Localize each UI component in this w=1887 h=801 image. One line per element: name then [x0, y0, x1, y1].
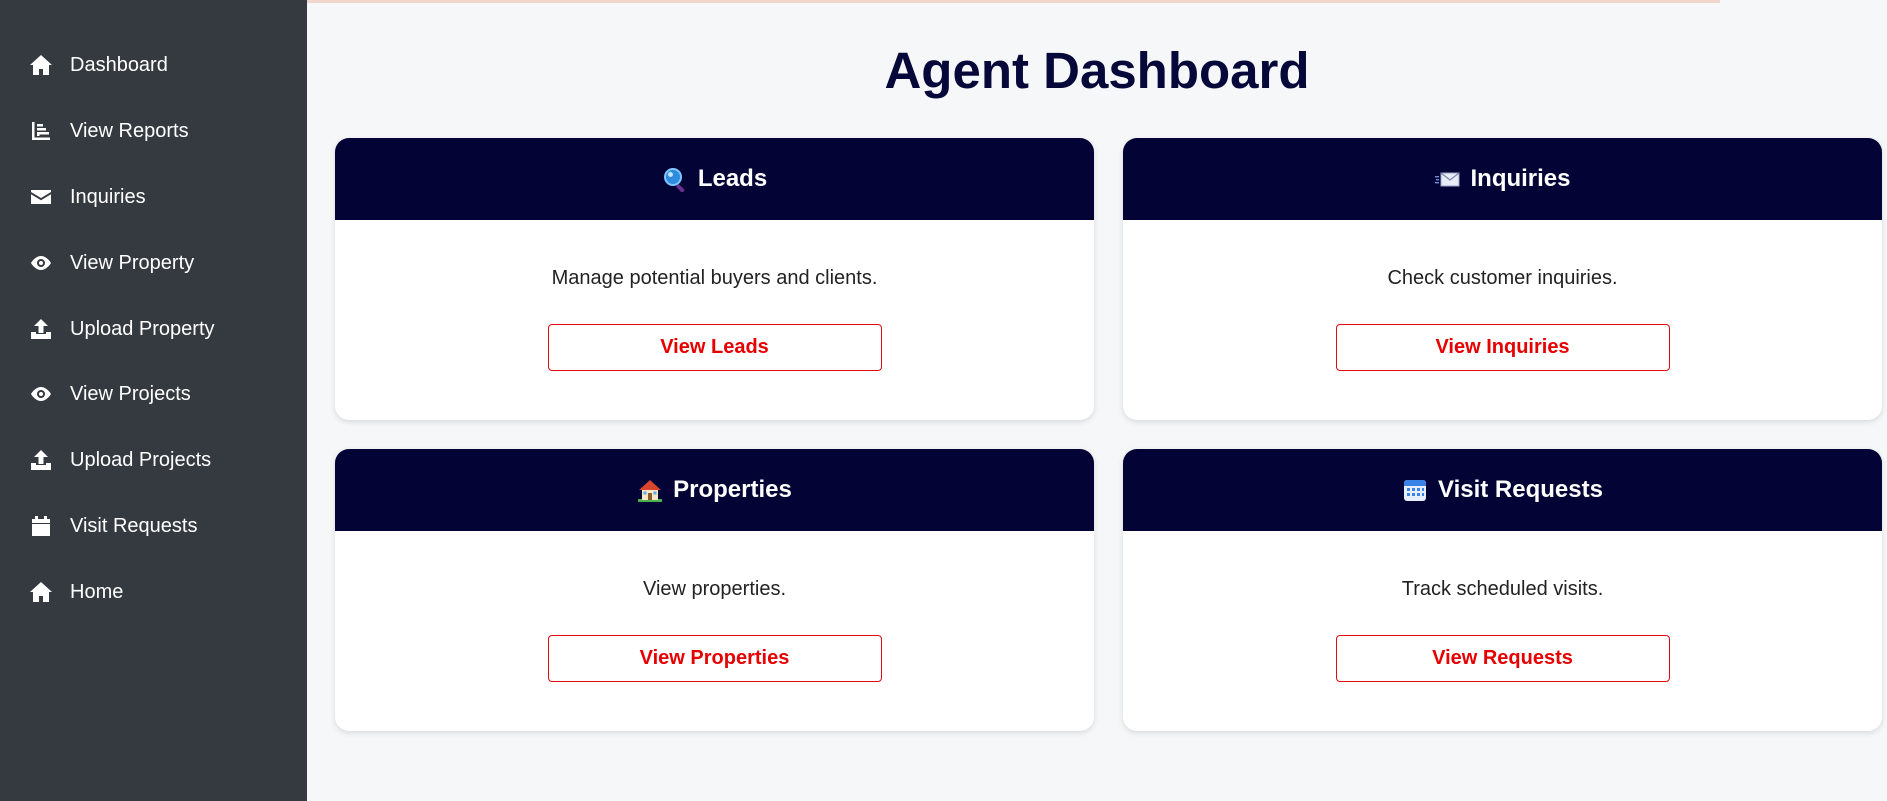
envelope-icon: [28, 184, 54, 210]
sidebar-item-upload-projects[interactable]: Upload Projects: [0, 435, 307, 485]
card-description: View properties.: [642, 578, 787, 600]
calendar-icon: [28, 513, 54, 539]
card-title: Visit Requests: [1438, 476, 1603, 503]
card-header: Properties: [335, 449, 1094, 531]
sidebar-item-label: Inquiries: [70, 185, 146, 208]
view-inquiries-button[interactable]: View Inquiries: [1335, 324, 1670, 371]
sidebar-item-label: Upload Property: [70, 317, 215, 340]
card-properties: Properties View properties. View Propert…: [335, 449, 1094, 731]
card-header: Inquiries: [1123, 138, 1882, 220]
card-visit-requests: Visit Requests Track scheduled visits. V…: [1123, 449, 1882, 731]
card-description: Manage potential buyers and clients.: [551, 267, 878, 289]
chart-icon: [28, 118, 54, 144]
card-header: Leads: [335, 138, 1094, 220]
card-description: Track scheduled visits.: [1401, 578, 1604, 600]
incoming-envelope-icon: [1434, 166, 1460, 192]
card-title: Properties: [673, 476, 792, 503]
home-icon: [28, 52, 54, 78]
card-description: Check customer inquiries.: [1387, 267, 1618, 289]
top-strip: [230, 0, 1720, 3]
card-title: Inquiries: [1470, 165, 1571, 192]
sidebar-item-label: View Reports: [70, 119, 189, 142]
house-icon: [637, 477, 663, 503]
card-leads: Leads Manage potential buyers and client…: [335, 138, 1094, 420]
sidebar-item-label: View Projects: [70, 382, 191, 405]
eye-icon: [28, 250, 54, 276]
eye-icon: [28, 381, 54, 407]
card-header: Visit Requests: [1123, 449, 1882, 531]
home-icon: [28, 579, 54, 605]
sidebar-item-label: Upload Projects: [70, 448, 212, 471]
sidebar-item-view-projects[interactable]: View Projects: [0, 369, 307, 419]
sidebar-item-label: View Property: [70, 251, 195, 274]
sidebar-item-inquiries[interactable]: Inquiries: [0, 172, 307, 222]
sidebar: Dashboard View Reports Inquiries View Pr…: [0, 0, 307, 801]
sidebar-item-view-property[interactable]: View Property: [0, 238, 307, 288]
sidebar-item-label: Visit Requests: [70, 514, 198, 537]
card-inquiries: Inquiries Check customer inquiries. View…: [1123, 138, 1882, 420]
view-properties-button[interactable]: View Properties: [547, 635, 882, 682]
view-leads-button[interactable]: View Leads: [547, 324, 882, 371]
upload-icon: [28, 316, 54, 342]
sidebar-item-upload-property[interactable]: Upload Property: [0, 304, 307, 354]
app-root: Dashboard View Reports Inquiries View Pr…: [0, 0, 1887, 801]
sidebar-item-view-reports[interactable]: View Reports: [0, 106, 307, 156]
calendar-icon: [1402, 477, 1428, 503]
sidebar-item-label: Dashboard: [70, 53, 168, 76]
page-title: Agent Dashboard: [884, 42, 1310, 99]
view-requests-button[interactable]: View Requests: [1335, 635, 1670, 682]
sidebar-item-label: Home: [70, 580, 124, 603]
card-title: Leads: [697, 165, 768, 192]
upload-icon: [28, 447, 54, 473]
sidebar-item-dashboard[interactable]: Dashboard: [0, 40, 307, 90]
magnifier-icon: [662, 166, 688, 192]
sidebar-item-home[interactable]: Home: [0, 567, 307, 617]
sidebar-item-visit-requests[interactable]: Visit Requests: [0, 501, 307, 551]
